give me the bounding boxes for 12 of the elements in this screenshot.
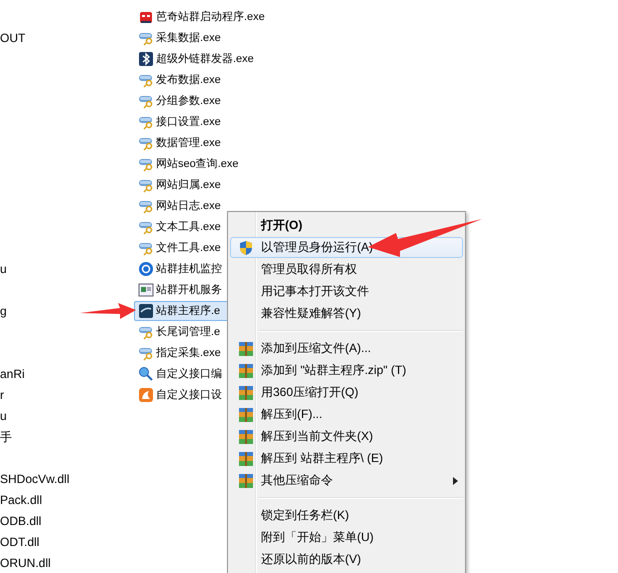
file-name: ORUN.dll	[0, 556, 51, 570]
file-name: r	[0, 388, 4, 402]
file-name: anRi	[0, 366, 25, 380]
file-name: g	[0, 304, 7, 318]
file-name: ODB.dll	[0, 514, 42, 528]
file-name: OUT	[0, 30, 26, 44]
file-name: SHDocVw.dll	[0, 472, 70, 486]
file-name: u	[0, 408, 7, 422]
file-name: Pack.dll	[0, 492, 42, 506]
file-name: ODT.dll	[0, 534, 40, 548]
file-name: 手	[0, 430, 12, 444]
file-name: u	[0, 262, 7, 276]
